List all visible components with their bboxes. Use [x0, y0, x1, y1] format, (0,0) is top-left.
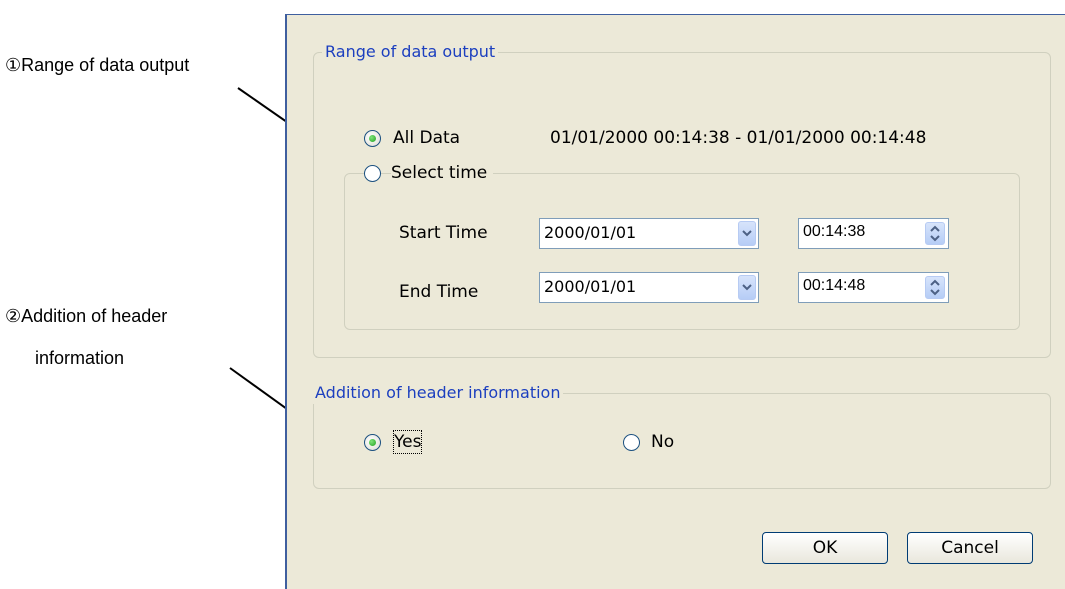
select-time-label[interactable]: Select time	[391, 162, 494, 184]
end-time-label: End Time	[399, 282, 479, 302]
select-time-radio-button[interactable]	[364, 165, 381, 182]
export-options-dialog: Range of data output All Data 01/01/2000…	[285, 14, 1065, 589]
all-data-radio-button[interactable]	[364, 130, 381, 147]
start-time-value: 00:14:38	[803, 223, 866, 240]
no-label[interactable]: No	[651, 431, 674, 453]
spin-arrows-icon	[930, 279, 940, 296]
header-information-group: Addition of header information	[312, 382, 1051, 489]
chevron-down-icon	[742, 230, 752, 237]
start-time-spinner[interactable]: 00:14:38	[798, 218, 949, 249]
end-date-combo[interactable]: 2000/01/01	[539, 272, 759, 303]
select-time-group	[344, 173, 1020, 330]
end-date-value: 2000/01/01	[544, 277, 637, 296]
cancel-button[interactable]: Cancel	[907, 532, 1033, 564]
annotation-addition-of-header-line1: ②Addition of header	[5, 306, 168, 326]
radio-selected-dot	[369, 135, 376, 142]
start-date-combo[interactable]: 2000/01/01	[539, 218, 759, 249]
end-date-dropdown-button[interactable]	[738, 275, 756, 300]
all-data-label[interactable]: All Data	[393, 127, 460, 149]
start-time-spin-buttons[interactable]	[925, 222, 945, 245]
end-time-value: 00:14:48	[803, 277, 866, 294]
no-radio-button[interactable]	[623, 434, 640, 451]
range-group-legend: Range of data output	[322, 41, 499, 63]
annotation-range-of-data-output: ①Range of data output	[5, 55, 190, 75]
start-date-value: 2000/01/01	[544, 223, 637, 242]
start-time-label: Start Time	[399, 223, 488, 243]
header-group-legend: Addition of header information	[312, 382, 564, 404]
all-data-range-text: 01/01/2000 00:14:38 - 01/01/2000 00:14:4…	[550, 128, 927, 148]
start-date-dropdown-button[interactable]	[738, 221, 756, 246]
yes-radio-button[interactable]	[364, 434, 381, 451]
annotation-addition-of-header-line2: information	[35, 348, 125, 368]
chevron-down-icon	[742, 284, 752, 291]
radio-selected-dot	[369, 439, 376, 446]
ok-button[interactable]: OK	[762, 532, 888, 564]
yes-label[interactable]: Yes	[392, 430, 423, 454]
end-time-spin-buttons[interactable]	[925, 276, 945, 299]
spin-arrows-icon	[930, 225, 940, 242]
end-time-spinner[interactable]: 00:14:48	[798, 272, 949, 303]
